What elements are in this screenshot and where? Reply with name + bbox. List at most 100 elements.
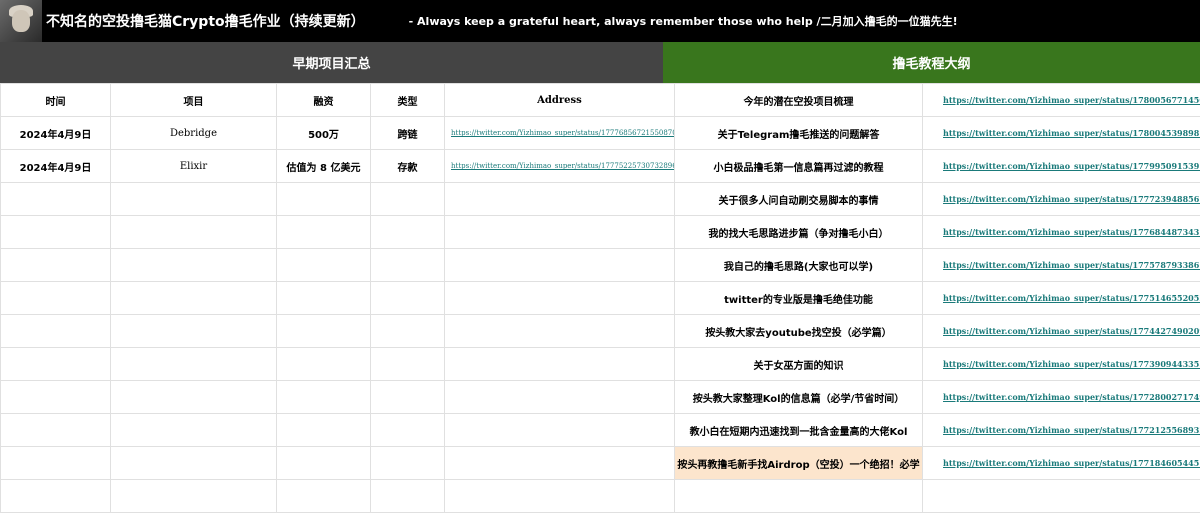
section-headers: 早期项目汇总 撸毛教程大纲 [0,42,1200,83]
empty-cell [445,414,675,447]
cell-tutorial-title: 小白极品撸毛第一信息篇再过滤的教程 [675,150,923,183]
cell-tutorial-title: 按头教大家去youtube找空投（必学篇） [675,315,923,348]
cell-tutorial-link[interactable]: https://twitter.com/Yizhimao_super/statu… [923,282,1200,315]
table-row: 关于很多人问自动刷交易脚本的事情https://twitter.com/Yizh… [1,183,1200,216]
cell-funding: 估值为 8 亿美元 [277,150,371,183]
empty-cell [1,414,111,447]
empty-cell [277,315,371,348]
empty-cell [1,447,111,480]
cell-tutorial-title: 关于Telegram撸毛推送的问题解答 [675,117,923,150]
avatar-face [12,10,30,32]
empty-cell [445,183,675,216]
empty-cell [371,348,445,381]
empty-cell [445,480,675,513]
table-row: 按头教大家整理Kol的信息篇（必学/节省时间）https://twitter.c… [1,381,1200,414]
cell-time: 2024年4月9日 [1,117,111,150]
empty-cell [277,447,371,480]
empty-cell [277,282,371,315]
empty-cell [371,216,445,249]
empty-cell [111,414,277,447]
column-header: 类型 [371,84,445,117]
empty-cell [675,480,923,513]
cell-tutorial-title: 教小白在短期内迅速找到一批含金量高的大佬Kol [675,414,923,447]
sheet-title: 不知名的空投撸毛猫Crypto撸毛作业（持续更新） [46,11,365,31]
empty-cell [111,381,277,414]
empty-cell [371,480,445,513]
cell-tutorial-title: 我的找大毛思路进步篇（争对撸毛小白） [675,216,923,249]
empty-cell [111,447,277,480]
empty-cell [445,282,675,315]
section-tutorial-outline: 撸毛教程大纲 [663,42,1200,83]
empty-cell [1,315,111,348]
empty-cell [111,480,277,513]
empty-cell [277,480,371,513]
table-row: 2024年4月9日Debridge500万跨链https://twitter.c… [1,117,1200,150]
avatar [0,0,42,42]
table-row: twitter的专业版是撸毛绝佳功能https://twitter.com/Yi… [1,282,1200,315]
empty-cell [111,282,277,315]
empty-cell [371,414,445,447]
cell-tutorial-title: 今年的潜在空投项目梳理 [675,84,923,117]
empty-cell [1,183,111,216]
empty-cell [445,447,675,480]
column-header: 融资 [277,84,371,117]
sheet-motto: - Always keep a grateful heart, always r… [409,13,958,29]
cell-tutorial-link[interactable]: https://twitter.com/Yizhimao_super/statu… [923,183,1200,216]
empty-cell [1,249,111,282]
empty-cell [445,216,675,249]
cell-type: 存款 [371,150,445,183]
table-row: 2024年4月9日Elixir估值为 8 亿美元存款https://twitte… [1,150,1200,183]
empty-cell [277,216,371,249]
empty-cell [1,216,111,249]
empty-cell [1,480,111,513]
empty-cell [445,249,675,282]
table-row: 按头再教撸毛新手找Airdrop（空投）一个绝招！必学https://twitt… [1,447,1200,480]
cell-funding: 500万 [277,117,371,150]
cell-address-link[interactable]: https://twitter.com/Yizhimao_super/statu… [445,150,675,183]
empty-cell [277,183,371,216]
cell-tutorial-title: 按头教大家整理Kol的信息篇（必学/节省时间） [675,381,923,414]
empty-cell [277,414,371,447]
cell-tutorial-link[interactable]: https://twitter.com/Yizhimao_super/statu… [923,447,1200,480]
empty-cell [445,348,675,381]
empty-cell [1,348,111,381]
cell-tutorial-link[interactable]: https://twitter.com/Yizhimao_super/statu… [923,348,1200,381]
cell-tutorial-title: 关于很多人问自动刷交易脚本的事情 [675,183,923,216]
cell-tutorial-link[interactable]: https://twitter.com/Yizhimao_super/statu… [923,315,1200,348]
empty-cell [111,249,277,282]
empty-cell [111,348,277,381]
empty-cell [111,315,277,348]
column-header: 时间 [1,84,111,117]
empty-cell [371,315,445,348]
empty-cell [277,348,371,381]
cell-tutorial-link[interactable]: https://twitter.com/Yizhimao_super/statu… [923,117,1200,150]
cell-tutorial-title: 按头再教撸毛新手找Airdrop（空投）一个绝招！必学 [675,447,923,480]
cell-tutorial-link[interactable]: https://twitter.com/Yizhimao_super/statu… [923,150,1200,183]
cell-tutorial-link[interactable]: https://twitter.com/Yizhimao_super/statu… [923,414,1200,447]
empty-cell [1,381,111,414]
empty-cell [445,315,675,348]
empty-cell [371,381,445,414]
empty-cell [111,216,277,249]
cell-project: Elixir [111,150,277,183]
cell-tutorial-link[interactable]: https://twitter.com/Yizhimao_super/statu… [923,249,1200,282]
empty-cell [445,381,675,414]
cell-tutorial-title: twitter的专业版是撸毛绝佳功能 [675,282,923,315]
column-header: 项目 [111,84,277,117]
cell-project: Debridge [111,117,277,150]
empty-cell [371,282,445,315]
empty-cell [1,282,111,315]
cell-address-link[interactable]: https://twitter.com/Yizhimao_super/statu… [445,117,675,150]
cell-tutorial-link[interactable]: https://twitter.com/Yizhimao_super/statu… [923,84,1200,117]
empty-cell [371,183,445,216]
table-row: 我的找大毛思路进步篇（争对撸毛小白）https://twitter.com/Yi… [1,216,1200,249]
empty-cell [923,480,1200,513]
cell-tutorial-title: 关于女巫方面的知识 [675,348,923,381]
empty-cell [277,381,371,414]
header-row: 时间项目融资类型Address今年的潜在空投项目梳理https://twitte… [1,84,1200,117]
empty-cell [371,249,445,282]
cell-type: 跨链 [371,117,445,150]
empty-cell [371,447,445,480]
cell-tutorial-link[interactable]: https://twitter.com/Yizhimao_super/statu… [923,216,1200,249]
cell-tutorial-link[interactable]: https://twitter.com/Yizhimao_super/statu… [923,381,1200,414]
